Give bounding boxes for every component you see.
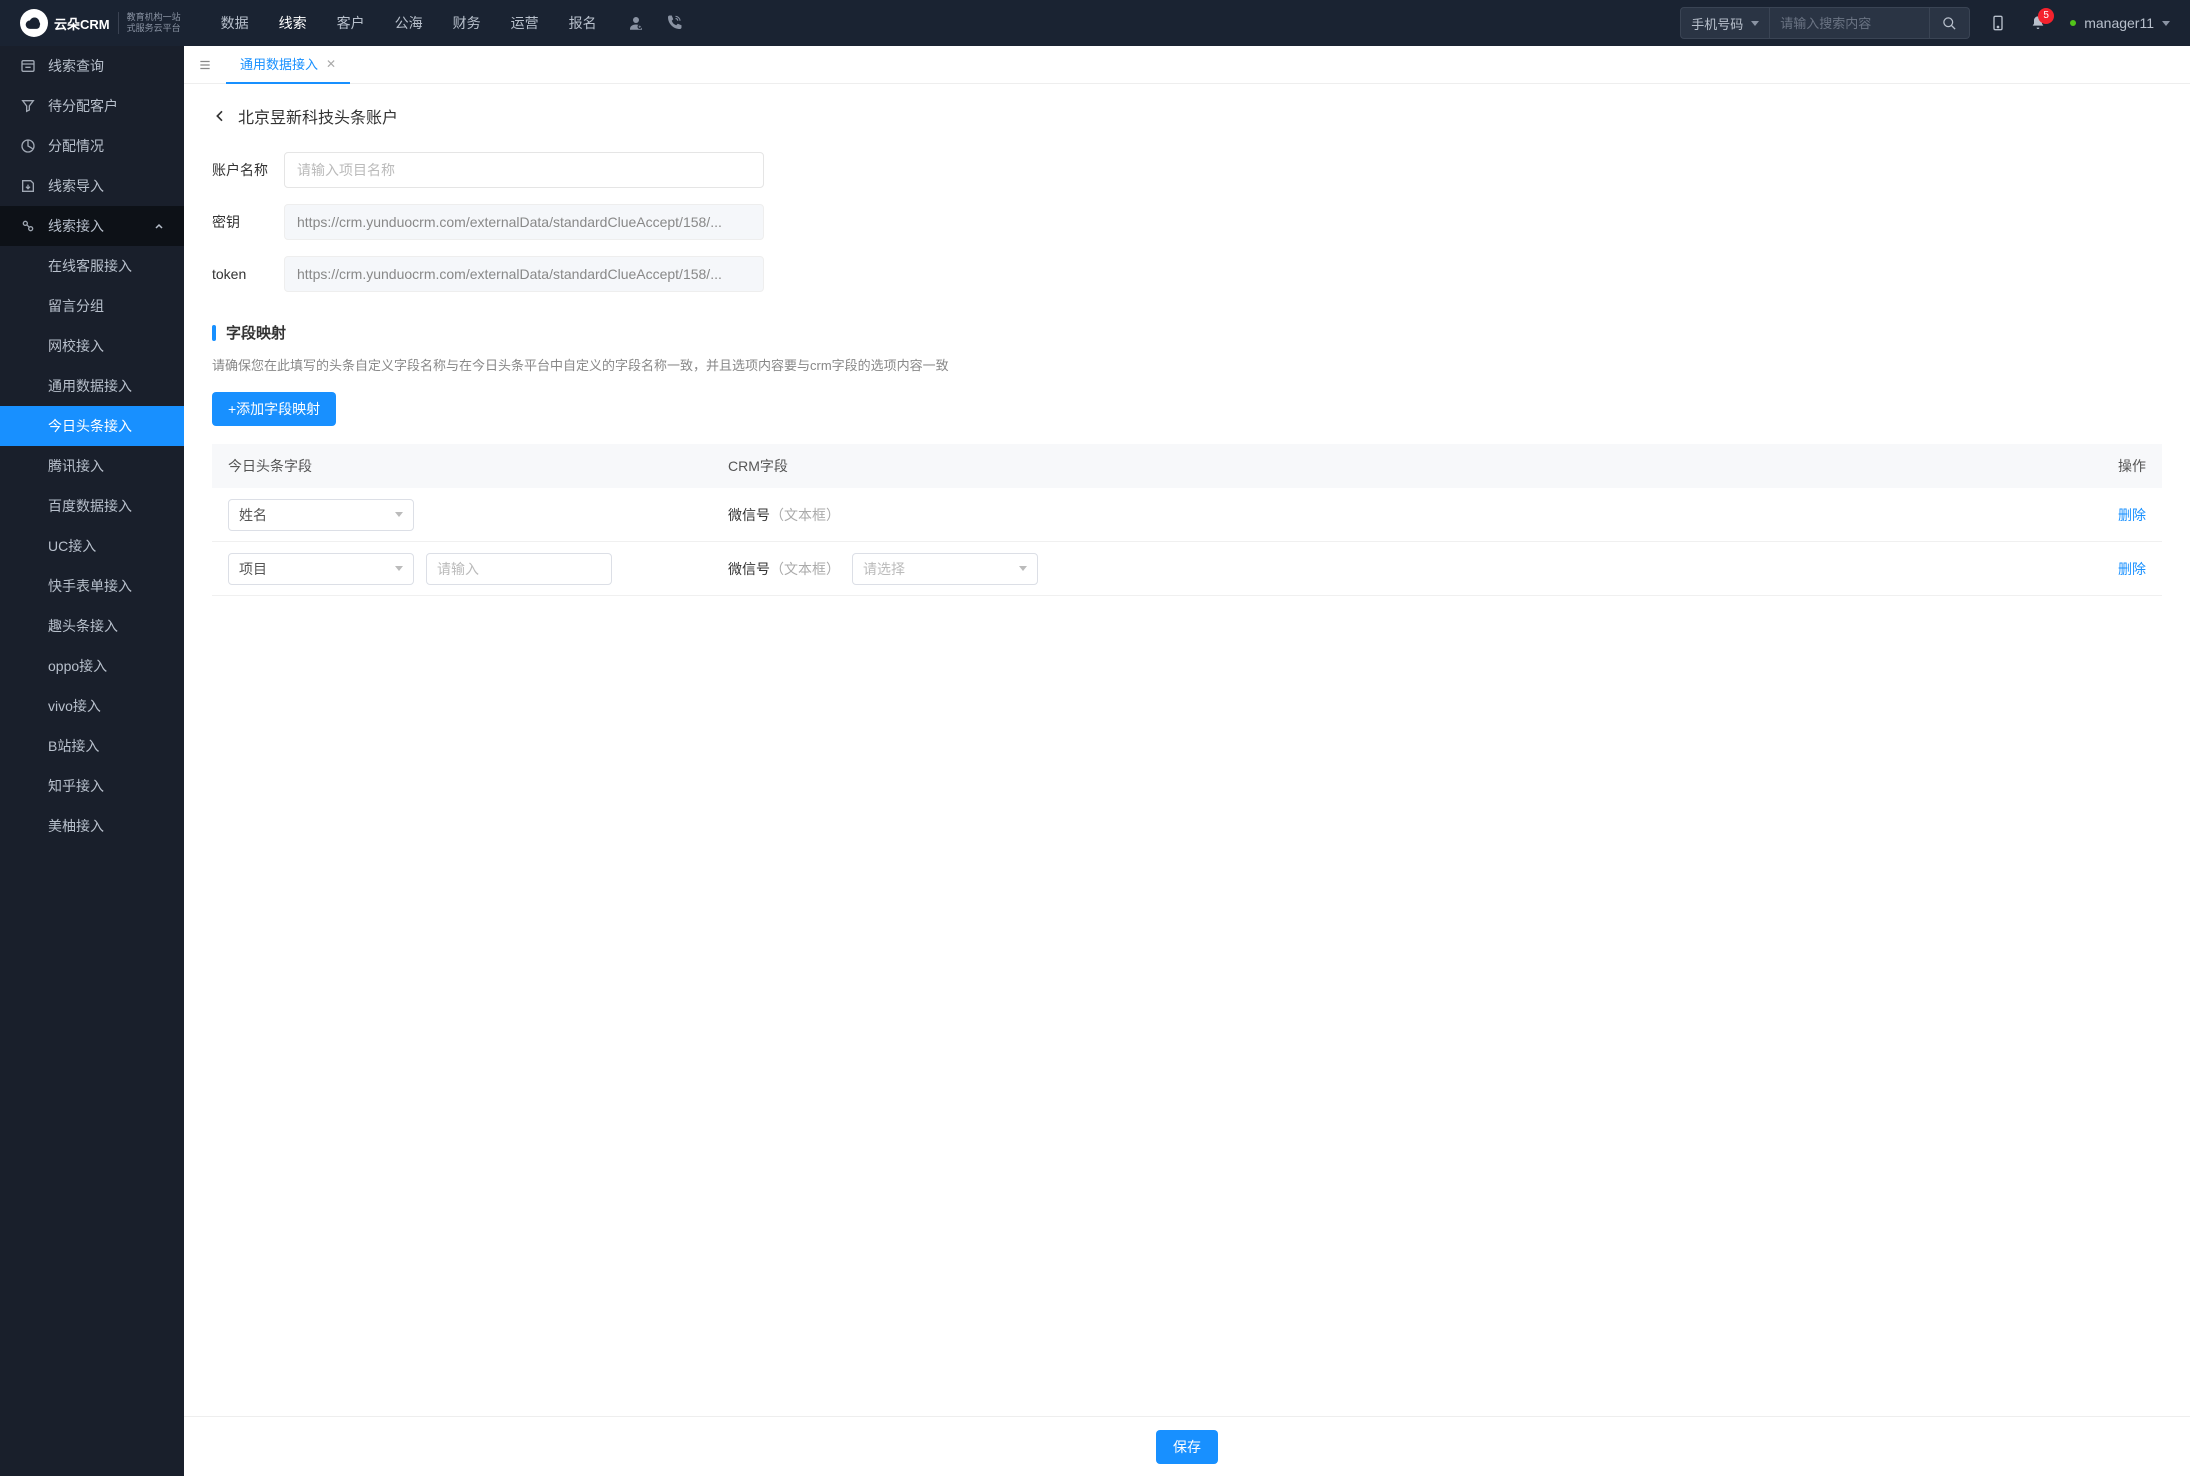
secret-label: 密钥 (212, 212, 284, 232)
th-toutiao: 今日头条字段 (228, 456, 728, 476)
save-button[interactable]: 保存 (1156, 1430, 1218, 1464)
sub-vivo[interactable]: vivo接入 (0, 686, 184, 726)
sidebar-item-distribution[interactable]: 分配情况 (0, 126, 184, 166)
crm-field-label: 微信号（文本框） (728, 559, 840, 579)
user-icon[interactable] (627, 14, 645, 32)
brand-text: 云朵CRM (54, 14, 110, 33)
table-row: 项目 微信号（文本框） 请选择 删除 (212, 542, 2162, 596)
sub-general-data[interactable]: 通用数据接入 (0, 366, 184, 406)
notification-badge: 5 (2038, 8, 2054, 24)
sub-meiyou[interactable]: 美柚接入 (0, 806, 184, 846)
import-icon (20, 178, 36, 194)
delete-button[interactable]: 删除 (2118, 507, 2146, 523)
content: 北京昱新科技头条账户 账户名称 密钥 token 字段映射 请确保您在此填写的头… (184, 84, 2190, 1476)
footer: 保存 (184, 1416, 2190, 1476)
filter-icon (20, 98, 36, 114)
th-crm: CRM字段 (728, 456, 2066, 476)
close-icon[interactable]: ✕ (326, 57, 336, 71)
nav-signup[interactable]: 报名 (569, 13, 597, 33)
sidebar: 线索查询 待分配客户 分配情况 线索导入 线索接入 在线客服接入 留言分组 网校… (0, 46, 184, 1476)
tab-general-data[interactable]: 通用数据接入 ✕ (226, 46, 350, 84)
mobile-icon[interactable] (1990, 14, 2006, 32)
section-bar (212, 325, 216, 341)
status-dot (2070, 20, 2076, 26)
top-nav: 数据 线索 客户 公海 财务 运营 报名 (221, 13, 597, 33)
header-right: 5 manager11 (1990, 14, 2170, 32)
user-menu[interactable]: manager11 (2070, 15, 2170, 31)
search-button[interactable] (1930, 7, 1970, 39)
token-input[interactable] (284, 256, 764, 292)
field-input[interactable] (426, 553, 612, 585)
sidebar-item-import[interactable]: 线索导入 (0, 166, 184, 206)
nav-public[interactable]: 公海 (395, 13, 423, 33)
brand-subtitle: 教育机构一站 式服务云平台 (118, 12, 181, 34)
sub-kuaishou[interactable]: 快手表单接入 (0, 566, 184, 606)
search-wrap: 手机号码 (1680, 7, 1970, 39)
nav-data[interactable]: 数据 (221, 13, 249, 33)
crm-select[interactable]: 请选择 (852, 553, 1038, 585)
breadcrumb: 北京昱新科技头条账户 (212, 104, 2162, 128)
table-row-empty (212, 596, 2162, 650)
sub-bilibili[interactable]: B站接入 (0, 726, 184, 766)
nav-operation[interactable]: 运营 (511, 13, 539, 33)
nav-clue[interactable]: 线索 (279, 13, 307, 33)
sub-qutoutiao[interactable]: 趣头条接入 (0, 606, 184, 646)
chevron-up-icon (154, 221, 164, 231)
search-type-select[interactable]: 手机号码 (1680, 7, 1770, 39)
table-row: 姓名 微信号（文本框） 删除 (212, 488, 2162, 542)
sidebar-item-access[interactable]: 线索接入 (0, 206, 184, 246)
name-label: 账户名称 (212, 160, 284, 180)
table-header: 今日头条字段 CRM字段 操作 (212, 444, 2162, 488)
top-header: 云朵CRM 教育机构一站 式服务云平台 数据 线索 客户 公海 财务 运营 报名… (0, 0, 2190, 46)
phone-icon[interactable] (665, 14, 683, 32)
fold-sidebar-icon[interactable] (198, 58, 212, 72)
plug-icon (20, 218, 36, 234)
sub-oppo[interactable]: oppo接入 (0, 646, 184, 686)
page-title: 北京昱新科技头条账户 (238, 104, 398, 128)
search-input[interactable] (1770, 7, 1930, 39)
sub-school[interactable]: 网校接入 (0, 326, 184, 366)
list-icon (20, 58, 36, 74)
sub-tencent[interactable]: 腾讯接入 (0, 446, 184, 486)
field-select[interactable]: 项目 (228, 553, 414, 585)
tabs-bar: 通用数据接入 ✕ (184, 46, 2190, 84)
add-mapping-button[interactable]: +添加字段映射 (212, 392, 336, 426)
sub-zhihu[interactable]: 知乎接入 (0, 766, 184, 806)
crm-field-label: 微信号（文本框） (728, 505, 840, 525)
sub-message-group[interactable]: 留言分组 (0, 286, 184, 326)
sub-uc[interactable]: UC接入 (0, 526, 184, 566)
nav-customer[interactable]: 客户 (337, 13, 365, 33)
top-icons (627, 14, 683, 32)
sidebar-item-query[interactable]: 线索查询 (0, 46, 184, 86)
account-name-input[interactable] (284, 152, 764, 188)
section-header: 字段映射 (212, 322, 2162, 343)
main: 通用数据接入 ✕ 北京昱新科技头条账户 账户名称 密钥 token (184, 46, 2190, 1476)
back-icon[interactable] (212, 108, 228, 124)
bell-icon[interactable]: 5 (2030, 14, 2046, 32)
nav-finance[interactable]: 财务 (453, 13, 481, 33)
logo: 云朵CRM 教育机构一站 式服务云平台 (20, 9, 181, 37)
sub-online-service[interactable]: 在线客服接入 (0, 246, 184, 286)
pie-icon (20, 138, 36, 154)
field-select[interactable]: 姓名 (228, 499, 414, 531)
sidebar-item-pending[interactable]: 待分配客户 (0, 86, 184, 126)
delete-button[interactable]: 删除 (2118, 561, 2146, 577)
section-desc: 请确保您在此填写的头条自定义字段名称与在今日头条平台中自定义的字段名称一致，并且… (212, 355, 2162, 374)
section-title: 字段映射 (226, 322, 286, 343)
sub-baidu[interactable]: 百度数据接入 (0, 486, 184, 526)
secret-input[interactable] (284, 204, 764, 240)
username: manager11 (2084, 15, 2154, 31)
th-action: 操作 (2066, 456, 2146, 476)
mapping-table: 今日头条字段 CRM字段 操作 姓名 微信号（文本框） 删除 项目 (212, 444, 2162, 650)
token-label: token (212, 266, 284, 282)
sub-toutiao[interactable]: 今日头条接入 (0, 406, 184, 446)
logo-icon (20, 9, 48, 37)
